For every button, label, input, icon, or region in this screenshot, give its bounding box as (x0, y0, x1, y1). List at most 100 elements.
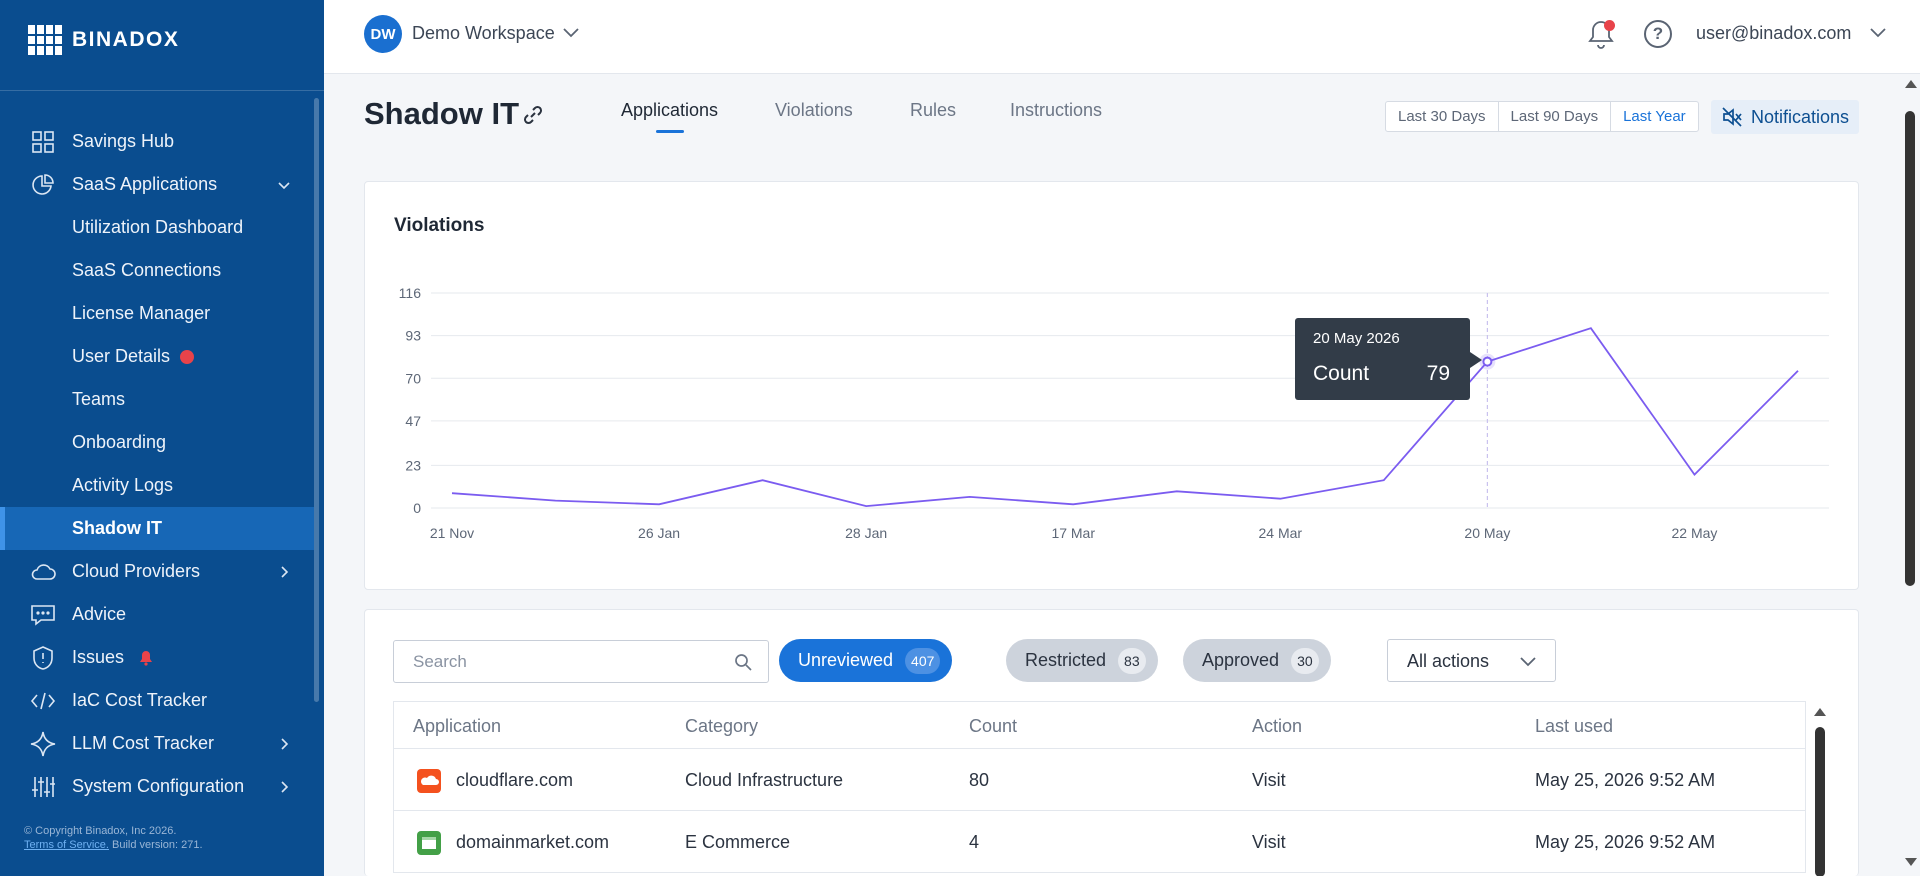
range-last-year[interactable]: Last Year (1611, 102, 1698, 131)
violations-chart-card: Violations 0 23 47 70 93 116 21 Nov 26 Jan 28 Ja… (364, 181, 1859, 590)
y-tick-label: 23 (405, 457, 421, 473)
applications-table: Application Category Count Action Last u… (393, 701, 1806, 873)
footer-line: Terms of Service. Build version: 271. (24, 838, 203, 852)
help-icon[interactable]: ? (1644, 20, 1672, 48)
sidebar: BINADOX Savings Hub SaaS Applications Ut… (0, 0, 324, 876)
tooltip-value: 79 (1426, 362, 1450, 385)
tab-applications[interactable]: Applications (621, 100, 718, 121)
column-header-action[interactable]: Action (1252, 716, 1302, 737)
sidebar-item-label: Utilization Dashboard (72, 217, 244, 237)
table-scroll-up-icon[interactable] (1812, 706, 1828, 718)
sidebar-item-user-details[interactable]: User Details (0, 335, 314, 378)
sidebar-item-label: Teams (72, 389, 126, 409)
user-menu[interactable]: user@binadox.com (1696, 23, 1851, 44)
chevron-down-icon (278, 181, 290, 189)
logo-text: BINADOX (72, 28, 180, 51)
sliders-icon (30, 774, 56, 800)
sidebar-item-utilization-dashboard[interactable]: Utilization Dashboard (0, 206, 314, 249)
app-last-used: May 25, 2026 9:52 AM (1535, 770, 1716, 790)
sidebar-footer: © Copyright Binadox, Inc 2026. Terms of … (24, 824, 203, 852)
violations-chart[interactable]: 0 23 47 70 93 116 21 Nov 26 Jan 28 Jan 17 Mar 24 M… (365, 182, 1858, 589)
sidebar-item-shadow-it[interactable]: Shadow IT (0, 507, 314, 550)
column-header-last-used[interactable]: Last used (1535, 716, 1613, 737)
sidebar-item-label-wrap: Issues (72, 647, 153, 668)
page-scrollbar[interactable] (1905, 111, 1915, 586)
app-count: 4 (969, 832, 980, 852)
chevron-right-icon (281, 780, 289, 793)
table-header-row: Application Category Count Action Last u… (394, 702, 1805, 749)
build-version: Build version: 271. (112, 839, 203, 851)
sidebar-item-llm-cost-tracker[interactable]: LLM Cost Tracker (0, 722, 314, 765)
workspace-selector[interactable]: Demo Workspace (412, 23, 555, 44)
page-scroll-down-icon[interactable] (1903, 856, 1919, 868)
sidebar-item-saas-connections[interactable]: SaaS Connections (0, 249, 314, 292)
chevron-down-icon[interactable] (562, 26, 580, 38)
sidebar-item-label: LLM Cost Tracker (72, 733, 215, 753)
app-name[interactable]: cloudflare.com (456, 770, 573, 791)
x-tick-label: 21 Nov (430, 525, 474, 541)
sidebar-item-label: User Details (72, 346, 171, 366)
chart-tooltip: 20 May 2026 Count 79 (1295, 318, 1482, 400)
sidebar-item-license-manager[interactable]: License Manager (0, 292, 314, 335)
sidebar-item-label: License Manager (72, 303, 211, 323)
filter-count: 83 (1118, 647, 1146, 674)
tab-rules[interactable]: Rules (910, 100, 956, 121)
notification-dot (1604, 20, 1615, 31)
filter-label: Unreviewed (798, 650, 894, 670)
sidebar-divider (0, 90, 324, 91)
y-tick-label: 70 (405, 370, 421, 386)
sidebar-item-label: Issues (72, 647, 125, 667)
table-row[interactable]: domainmarket.com E Commerce 4 Visit May … (394, 811, 1805, 873)
app-name[interactable]: domainmarket.com (456, 832, 609, 853)
table-scrollbar[interactable] (1815, 727, 1825, 876)
range-last-30-days[interactable]: Last 30 Days (1386, 102, 1499, 131)
sparkle-icon (30, 731, 56, 757)
sidebar-item-savings-hub[interactable]: Savings Hub (0, 120, 314, 163)
tab-violations[interactable]: Violations (775, 100, 853, 121)
sidebar-item-saas-applications[interactable]: SaaS Applications (0, 163, 314, 206)
sidebar-item-system-configuration[interactable]: System Configuration (0, 765, 314, 808)
domainmarket-icon (417, 831, 441, 855)
sidebar-item-label-wrap: User Details (72, 346, 195, 367)
chevron-down-icon[interactable] (1869, 26, 1887, 38)
notifications-button[interactable]: Notifications (1711, 100, 1859, 134)
shield-alert-icon (30, 645, 56, 671)
y-tick-label: 93 (405, 328, 421, 344)
sidebar-item-teams[interactable]: Teams (0, 378, 314, 421)
column-header-count[interactable]: Count (969, 716, 1017, 737)
page-scroll-up-icon[interactable] (1903, 78, 1919, 90)
tab-instructions[interactable]: Instructions (1010, 100, 1102, 121)
sidebar-item-activity-logs[interactable]: Activity Logs (0, 464, 314, 507)
workspace-avatar[interactable]: DW (364, 15, 402, 53)
notifications-label: Notifications (1751, 106, 1850, 127)
binadox-logo[interactable]: BINADOX (28, 24, 179, 56)
sidebar-scrollbar[interactable] (314, 98, 319, 702)
search-icon (735, 654, 752, 671)
range-last-90-days[interactable]: Last 90 Days (1499, 102, 1612, 131)
filter-count: 30 (1291, 647, 1319, 674)
filter-approved[interactable]: Approved 30 (1183, 639, 1331, 682)
column-header-application[interactable]: Application (413, 716, 501, 737)
search-input[interactable]: Search (393, 640, 769, 683)
y-tick-label: 47 (405, 413, 421, 429)
app-action: Visit (1252, 832, 1286, 852)
filter-restricted[interactable]: Restricted 83 (1006, 639, 1158, 682)
actions-select[interactable]: All actions (1387, 639, 1556, 682)
app-action: Visit (1252, 770, 1286, 790)
filter-unreviewed[interactable]: Unreviewed 407 (779, 639, 953, 682)
sidebar-item-advice[interactable]: Advice (0, 593, 314, 636)
terms-link[interactable]: Terms of Service. (24, 839, 109, 851)
link-icon[interactable] (522, 104, 544, 126)
sidebar-item-iac-cost-tracker[interactable]: IaC Cost Tracker (0, 679, 314, 722)
sidebar-item-label: Savings Hub (72, 131, 175, 151)
table-row[interactable]: cloudflare.com Cloud Infrastructure 80 V… (394, 749, 1805, 811)
sidebar-item-issues[interactable]: Issues (0, 636, 314, 679)
filter-count: 407 (905, 647, 941, 674)
code-icon (30, 688, 56, 714)
sidebar-item-onboarding[interactable]: Onboarding (0, 421, 314, 464)
actions-select-value: All actions (1407, 651, 1490, 671)
column-header-category[interactable]: Category (685, 716, 758, 737)
sidebar-item-label: IaC Cost Tracker (72, 690, 208, 710)
x-tick-label: 24 Mar (1259, 525, 1303, 541)
sidebar-item-cloud-providers[interactable]: Cloud Providers (0, 550, 314, 593)
